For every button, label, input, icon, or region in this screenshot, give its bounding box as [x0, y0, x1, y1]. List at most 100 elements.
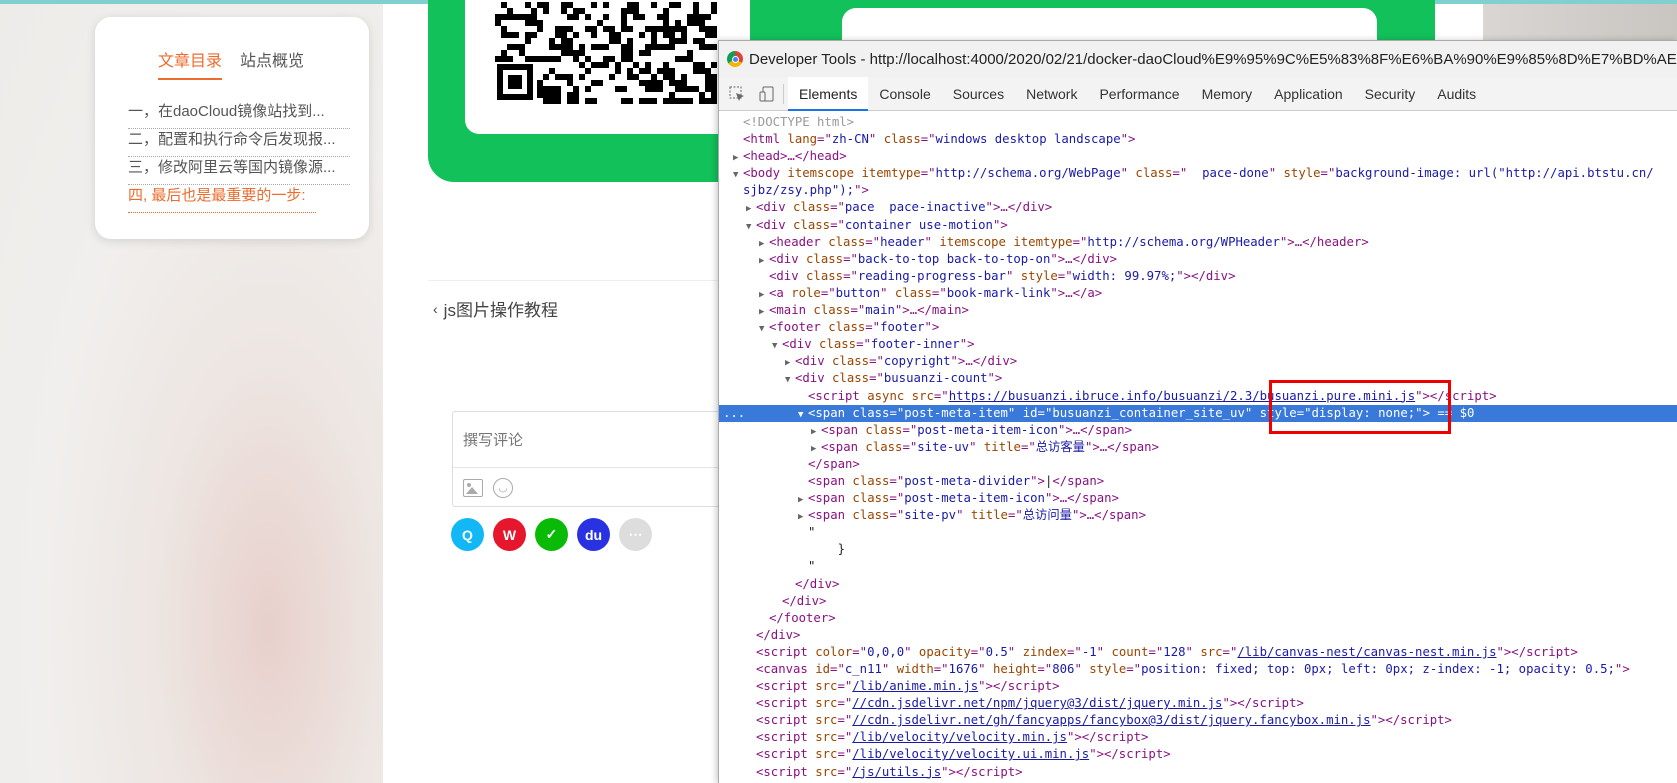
dom-node-text: <div class="container use-motion">	[756, 217, 1008, 232]
dom-node-text: "	[808, 559, 816, 574]
dom-node[interactable]: <script src="/lib/velocity/velocity.ui.m…	[719, 746, 1677, 763]
devtools-title: Developer Tools - http://localhost:4000/…	[749, 50, 1677, 68]
dom-node[interactable]: ▶ <div class="copyright">…</div>	[719, 353, 1677, 370]
dom-node[interactable]: ▼ <div class="container use-motion">	[719, 217, 1677, 234]
dom-node[interactable]: <span class="post-meta-divider">|</span>	[719, 473, 1677, 490]
dom-node[interactable]: <script src="/js/utils.js"></script>	[719, 764, 1677, 781]
dom-node[interactable]: ▶ <span class="post-meta-item-icon">…</sp…	[719, 422, 1677, 439]
dom-node[interactable]: <!DOCTYPE html>	[719, 114, 1677, 131]
chevron-left-icon: ‹	[433, 300, 438, 317]
dom-node-text: <div class="footer-inner">	[782, 337, 975, 352]
dom-node[interactable]: ▶ <a role="button" class="book-mark-link"…	[719, 285, 1677, 302]
dom-node-text: <div class="reading-progress-bar" style=…	[769, 268, 1236, 283]
dom-node[interactable]: </div>	[719, 576, 1677, 593]
toc-item[interactable]: 一，在daoCloud镜像站找到...	[128, 101, 350, 129]
tab-performance[interactable]: Performance	[1088, 77, 1190, 111]
dom-node-selected[interactable]: ... ▼ <span class="post-meta-item" id="bus…	[719, 404, 1677, 422]
tab-network[interactable]: Network	[1015, 77, 1088, 111]
dom-node-text: <span class="post-meta-item-icon">…</spa…	[821, 422, 1132, 437]
dom-node-text: <script src="/js/utils.js"></script>	[756, 764, 1023, 779]
dom-node-text: <span class="post-meta-item" id="busuanz…	[808, 405, 1475, 420]
dom-node[interactable]: ▶ <div class="back-to-top back-to-top-on"…	[719, 251, 1677, 268]
wechat-icon[interactable]: ✓	[535, 518, 568, 551]
tab-elements[interactable]: Elements	[788, 76, 869, 111]
tab-audits[interactable]: Audits	[1426, 77, 1487, 111]
dom-node[interactable]: <div class="reading-progress-bar" style=…	[719, 268, 1677, 285]
comment-input[interactable]	[463, 432, 703, 449]
tab-site-overview[interactable]: 站点概览	[240, 47, 304, 80]
dom-node[interactable]: "	[719, 524, 1677, 541]
emoji-icon[interactable]: ◡	[493, 477, 513, 498]
device-toolbar-icon[interactable]	[755, 77, 779, 111]
dom-node[interactable]: <script src="/lib/anime.min.js"></script…	[719, 678, 1677, 695]
dom-node-text: <span class="site-uv" title="总访客量">…</sp…	[821, 439, 1159, 454]
dom-node[interactable]: <script src="//cdn.jsdelivr.net/gh/fancy…	[719, 712, 1677, 729]
dom-node[interactable]: ▶ <span class="site-uv" title="总访客量">…</s…	[719, 439, 1677, 456]
share-buttons: Q W ✓ du ⋯	[451, 518, 652, 551]
dom-node[interactable]: <script async src="https://busuanzi.ibru…	[719, 388, 1677, 405]
dom-node[interactable]: ▶ <span class="site-pv" title="总访问量">…</s…	[719, 507, 1677, 524]
dom-node-text: <span class="post-meta-divider">|</span>	[808, 473, 1105, 488]
baidu-icon[interactable]: du	[577, 518, 610, 551]
dom-node-text: <script color="0,0,0" opacity="0.5" zind…	[756, 644, 1578, 659]
dom-node[interactable]: }	[719, 541, 1677, 558]
post-nav-divider	[428, 280, 718, 281]
weibo-icon[interactable]: W	[493, 518, 526, 551]
dom-node-text: <main class="main">…</main>	[769, 303, 969, 318]
devtools-titlebar: Developer Tools - http://localhost:4000/…	[719, 41, 1677, 77]
dom-node-text: <div class="busuanzi-count">	[795, 371, 1003, 386]
prev-post-link[interactable]: ‹ js图片操作教程	[433, 296, 558, 321]
more-icon[interactable]: ⋯	[619, 518, 652, 551]
tab-application[interactable]: Application	[1263, 77, 1354, 111]
dom-node[interactable]: </span>	[719, 456, 1677, 473]
dom-node[interactable]: ▶ <header class="header" itemscope itemty…	[719, 234, 1677, 251]
image-icon[interactable]	[463, 478, 483, 497]
tab-memory[interactable]: Memory	[1191, 77, 1264, 111]
dom-node[interactable]: ▶ <span class="post-meta-item-icon">…</sp…	[719, 490, 1677, 507]
dom-node[interactable]: ▼ <div class="footer-inner">	[719, 336, 1677, 353]
devtools-tabbar: Elements Console Sources Network Performance…	[719, 76, 1677, 111]
dom-node[interactable]: <script color="0,0,0" opacity="0.5" zind…	[719, 644, 1677, 661]
dom-node-text: </span>	[808, 456, 860, 471]
dom-node[interactable]: "	[719, 558, 1677, 575]
inspect-element-icon[interactable]	[719, 77, 755, 111]
dom-node[interactable]: <html lang="zh-CN" class="windows deskto…	[719, 131, 1677, 148]
dom-node[interactable]: </div>	[719, 593, 1677, 610]
prev-post-label: js图片操作教程	[443, 301, 558, 320]
dom-node-text: <a role="button" class="book-mark-link">…	[769, 285, 1103, 300]
dom-node[interactable]: <canvas id="c_n11" width="1676" height="…	[719, 661, 1677, 678]
dom-node[interactable]: ▼ <div class="busuanzi-count">	[719, 370, 1677, 387]
qq-icon[interactable]: Q	[451, 518, 484, 551]
dom-node[interactable]: ▶ <div class="pace pace-inactive">…</div>	[719, 199, 1677, 216]
dom-node-text: <div class="back-to-top back-to-top-on">…	[769, 251, 1118, 266]
dom-node[interactable]: <script src="/lib/velocity/velocity.min.…	[719, 729, 1677, 746]
comment-box: ◡	[452, 411, 723, 507]
dom-node[interactable]: <script src="//cdn.jsdelivr.net/npm/jque…	[719, 695, 1677, 712]
tab-toc[interactable]: 文章目录	[158, 47, 223, 80]
tab-sources[interactable]: Sources	[942, 77, 1015, 111]
dom-node[interactable]: ▼ <body itemscope itemtype="http://schema…	[719, 165, 1677, 182]
tab-security[interactable]: Security	[1354, 77, 1427, 111]
dom-node-text: <span class="post-meta-item-icon">…</spa…	[808, 491, 1119, 506]
dom-node[interactable]: ▶ <head>…</head>	[719, 148, 1677, 165]
node-actions-icon[interactable]: ...	[723, 405, 745, 422]
dom-node-text: </div>	[795, 576, 840, 591]
comment-toolbar: ◡	[453, 467, 723, 507]
dom-node-text: <div class="pace pace-inactive">…</div>	[756, 200, 1053, 215]
toc-item[interactable]: 三，修改阿里云等国内镜像源...	[128, 157, 350, 185]
tab-console[interactable]: Console	[868, 77, 941, 111]
toc-item[interactable]: 二，配置和执行命令后发现报...	[128, 129, 350, 157]
dom-node-text: <script src="/lib/velocity/velocity.min.…	[756, 730, 1149, 745]
toc-item-active[interactable]: 四, 最后也是最重要的一步:	[128, 185, 316, 213]
dom-node[interactable]: </footer>	[719, 610, 1677, 627]
dom-node-text: <footer class="footer">	[769, 320, 940, 335]
dom-node[interactable]: ▼ <footer class="footer">	[719, 319, 1677, 336]
dom-node-text: <body itemscope itemtype="http://schema.…	[743, 166, 1654, 181]
dom-node-text: sjbz/zsy.php");">	[743, 183, 869, 198]
qr-code-image	[495, 2, 717, 104]
dom-node-text: <!DOCTYPE html>	[743, 115, 855, 129]
dom-node[interactable]: ▶ <main class="main">…</main>	[719, 302, 1677, 319]
dom-node[interactable]: sjbz/zsy.php");">	[719, 182, 1677, 199]
dom-node[interactable]: </div>	[719, 627, 1677, 644]
dom-node-text: </footer>	[769, 610, 836, 625]
